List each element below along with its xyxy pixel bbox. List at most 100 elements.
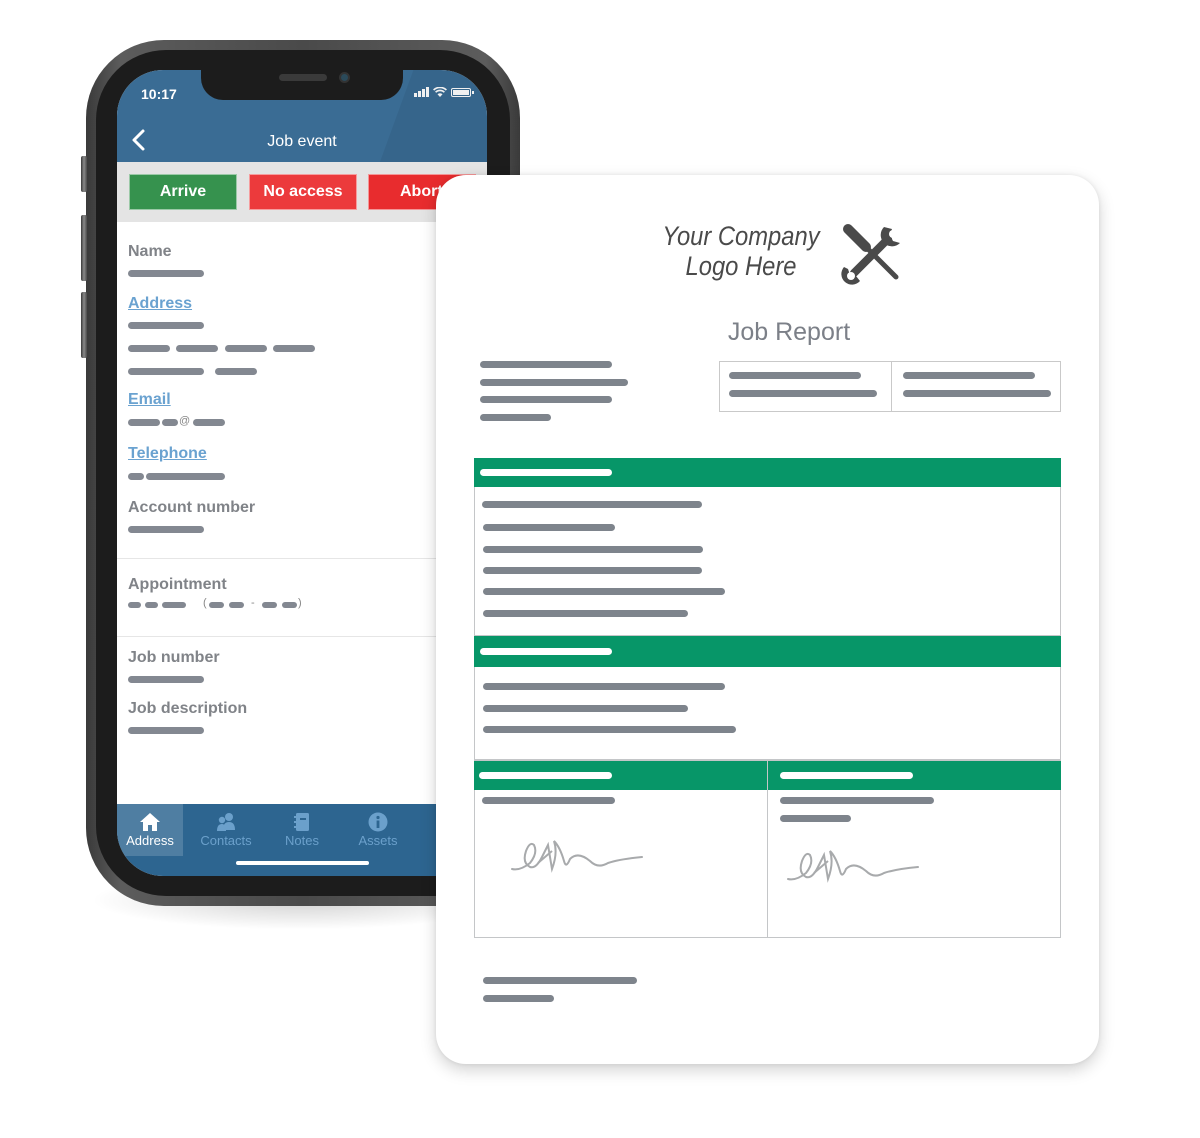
appointment-label: Appointment — [128, 576, 227, 593]
home-icon — [140, 813, 160, 831]
volume-down-button — [81, 292, 87, 358]
no-access-button[interactable]: No access — [249, 174, 357, 210]
job-description-value — [128, 727, 204, 734]
placeholder-line — [729, 372, 861, 379]
status-time: 10:17 — [141, 86, 177, 102]
nav-notes-label: Notes — [285, 833, 319, 848]
nav-address[interactable]: Address — [117, 804, 183, 856]
nav-address-label: Address — [126, 833, 174, 848]
placeholder-line — [483, 705, 688, 712]
signature-icon — [787, 850, 919, 883]
placeholder-line — [483, 524, 615, 531]
section-title-placeholder — [479, 772, 612, 779]
account-number-label: Account number — [128, 499, 256, 516]
report-info-box — [719, 361, 1061, 412]
placeholder-line — [483, 995, 554, 1002]
nav-notes[interactable]: Notes — [269, 804, 335, 856]
placeholder-line — [903, 372, 1035, 379]
appointment-time-part — [282, 602, 297, 608]
bottom-nav: Address Contacts Notes Assets — [117, 804, 487, 876]
divider — [117, 558, 487, 559]
section-header — [474, 761, 767, 790]
placeholder-line — [483, 726, 736, 733]
divider — [891, 362, 892, 411]
address-line-2-part — [128, 345, 170, 352]
placeholder-line — [483, 546, 703, 553]
notebook-icon — [294, 813, 309, 831]
battery-icon — [451, 87, 474, 97]
placeholder-line — [729, 390, 877, 397]
address-link[interactable]: Address — [128, 295, 192, 313]
appointment-time-part — [229, 602, 244, 608]
address-line-1 — [128, 322, 204, 329]
speaker — [279, 74, 327, 81]
job-description-label: Job description — [128, 700, 248, 717]
address-line-2-part — [176, 345, 218, 352]
email-link[interactable]: Email — [128, 391, 171, 409]
address-line-2-part — [273, 345, 315, 352]
logo-line-1: Your Company — [662, 221, 820, 251]
nav-contacts[interactable]: Contacts — [193, 804, 259, 856]
appointment-paren: ) — [298, 597, 302, 609]
volume-up-button — [81, 215, 87, 281]
appointment-date-part — [162, 602, 186, 608]
section-header — [474, 458, 1061, 487]
status-icons — [414, 87, 474, 97]
address-line-3-part — [128, 368, 204, 375]
placeholder-line — [483, 610, 688, 617]
placeholder-line — [482, 797, 615, 804]
action-bar: Arrive No access Abort — [117, 162, 487, 222]
email-value-part — [162, 419, 178, 426]
placeholder-line — [903, 390, 1051, 397]
placeholder-line — [780, 797, 934, 804]
contacts-icon — [217, 813, 235, 831]
email-value-part — [193, 419, 225, 426]
job-number-label: Job number — [128, 649, 220, 666]
phone-screen: 10:17 Job event Arrive No access Abort N… — [117, 70, 487, 876]
signal-icon — [414, 87, 429, 97]
info-icon — [368, 812, 388, 832]
placeholder-line — [482, 501, 702, 508]
placeholder-line — [483, 588, 725, 595]
placeholder-line — [780, 815, 851, 822]
camera — [339, 72, 350, 83]
appointment-date-part — [145, 602, 158, 608]
section-header — [768, 761, 1061, 790]
appointment-dash: - — [251, 597, 255, 609]
telephone-value-part — [146, 473, 225, 480]
email-value-part — [128, 419, 160, 426]
section-title-placeholder — [480, 469, 612, 476]
nav-contacts-label: Contacts — [200, 833, 252, 848]
mute-switch — [81, 156, 87, 192]
placeholder-line — [480, 361, 612, 368]
placeholder-line — [480, 396, 612, 403]
job-number-value — [128, 676, 204, 683]
report-title: Job Report — [727, 318, 851, 346]
nav-assets[interactable]: Assets — [345, 804, 411, 856]
arrive-button[interactable]: Arrive — [129, 174, 237, 210]
address-line-2-part — [225, 345, 267, 352]
signature-icon — [511, 840, 643, 873]
placeholder-line — [480, 414, 551, 421]
placeholder-line — [483, 683, 725, 690]
name-value — [128, 270, 204, 277]
nav-assets-label: Assets — [358, 833, 398, 848]
appointment-time-part — [209, 602, 224, 608]
appointment-date-part — [128, 602, 141, 608]
telephone-link[interactable]: Telephone — [128, 445, 207, 463]
appointment-paren: ( — [203, 597, 207, 609]
screen-title: Job event — [267, 133, 337, 150]
section-title-placeholder — [480, 648, 612, 655]
section-header — [474, 636, 1061, 667]
tools-icon — [841, 224, 900, 285]
company-logo-text: Your Company Logo Here — [649, 221, 834, 281]
logo-line-2: Logo Here — [685, 251, 797, 281]
section-title-placeholder — [780, 772, 913, 779]
placeholder-line — [483, 567, 702, 574]
account-number-value — [128, 526, 204, 533]
wifi-icon — [433, 87, 447, 97]
home-indicator[interactable] — [236, 861, 369, 865]
placeholder-line — [483, 977, 637, 984]
email-at-sign: @ — [179, 415, 191, 427]
appointment-time-part — [262, 602, 277, 608]
